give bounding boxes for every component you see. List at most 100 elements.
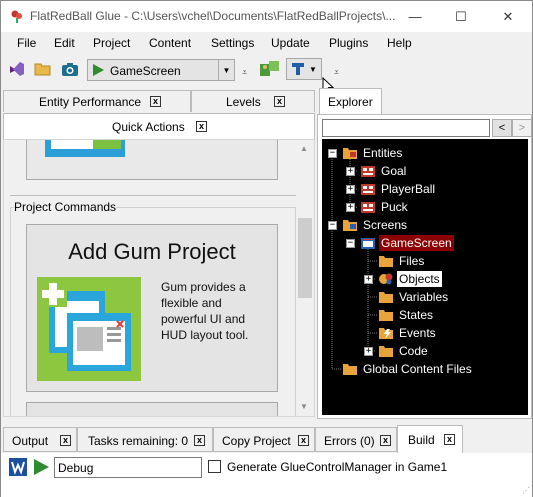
tree-node-label: Entities [363,146,403,160]
nav-forward-button[interactable]: > [512,119,532,137]
nav-back-button[interactable]: < [492,119,512,137]
glue-tree[interactable]: − Entities + Goal + PlayerBall + Puck − [322,139,528,415]
tree-node-files[interactable]: Files [378,252,426,270]
tab-quick-actions[interactable]: Quick Actions x [3,113,315,139]
close-icon[interactable]: x [274,96,285,107]
minimize-button[interactable]: — [392,1,438,32]
build-configuration-input[interactable] [54,457,202,478]
tab-tasks-remaining[interactable]: Tasks remaining: 0 x [77,427,213,452]
menu-settings[interactable]: Settings [211,36,254,50]
folder-icon [379,292,393,303]
close-icon[interactable]: x [380,435,391,446]
close-icon[interactable]: x [60,435,71,446]
tree-node-label: GameScreen [379,235,454,251]
add-gum-project-button[interactable]: Add Gum Project Gum provides a flexible … [26,224,278,392]
tree-node-playerball[interactable]: + PlayerBall [346,180,437,198]
menu-file[interactable]: File [17,36,36,50]
tree-node-variables[interactable]: Variables [378,288,450,306]
screen-selector-value: GameScreen [110,64,181,78]
close-icon[interactable]: x [444,434,455,445]
chevron-down-icon[interactable]: ▼ [218,60,234,80]
generate-gluecontrolmanager-label: Generate GlueControlManager in Game1 [227,460,448,474]
tree-node-states[interactable]: States [378,306,435,324]
play-icon[interactable] [32,458,50,476]
collapse-icon[interactable]: − [328,221,337,230]
entity-add-icon[interactable] [258,59,282,79]
scroll-down-icon[interactable]: ▼ [300,402,308,411]
gum-icon [37,277,141,381]
menu-edit[interactable]: Edit [54,36,75,50]
expand-icon[interactable]: + [364,347,373,356]
tree-node-global-content-files[interactable]: Global Content Files [342,360,474,378]
menu-project[interactable]: Project [93,36,130,50]
title-bar[interactable]: FlatRedBall Glue - C:\Users\vchel\Docume… [1,1,532,32]
toolbar: GameScreen ▼ ⩡ ▼ ⩡ [1,55,532,85]
tab-copy-project[interactable]: Copy Project x [213,427,315,452]
tab-label: Quick Actions [112,120,185,134]
menu-help[interactable]: Help [387,36,412,50]
divider [10,195,296,196]
toolbar-overflow-icon[interactable]: ⩡ [242,67,247,78]
generate-gluecontrolmanager-checkbox[interactable] [208,460,221,473]
expand-icon[interactable]: + [346,167,355,176]
tab-levels[interactable]: Levels x [191,90,315,112]
expand-icon[interactable]: + [364,275,373,284]
play-icon [93,64,104,76]
tree-node-puck[interactable]: + Puck [346,198,410,216]
left-panel-scrollbar[interactable]: ▲ ▼ [296,140,314,416]
resize-grip-icon[interactable]: ⋰ [522,486,530,495]
visual-studio-icon[interactable] [7,59,27,79]
tab-explorer[interactable]: Explorer [319,88,382,115]
tree-node-label: Screens [363,218,408,232]
tools-dropdown[interactable]: ▼ [286,58,322,80]
menu-update[interactable]: Update [271,36,310,50]
chevron-down-icon: ▼ [309,64,317,74]
explorer-search-input[interactable] [322,119,490,137]
menu-plugins[interactable]: Plugins [329,36,368,50]
expand-icon[interactable]: + [346,185,355,194]
screen-selector[interactable]: GameScreen ▼ [87,59,235,81]
tree-node-events[interactable]: Events [378,324,438,342]
tree-node-goal[interactable]: + Goal [346,162,408,180]
tab-build[interactable]: Build x [397,425,463,453]
tree-node-label: Code [399,344,428,358]
close-icon[interactable]: x [194,435,205,446]
tree-node-screens[interactable]: − Screens [328,216,409,234]
folder-icon [379,346,393,357]
tab-output[interactable]: Output x [3,427,77,452]
tab-entity-performance[interactable]: Entity Performance x [3,90,191,112]
collapse-icon[interactable]: − [328,149,337,158]
tree-node-gamescreen[interactable]: − GameScreen [346,234,454,252]
tree-node-label: Events [399,326,436,340]
tab-label: Explorer [328,95,373,109]
tab-label: Entity Performance [39,94,142,109]
menu-bar: File Edit Project Content Settings Updat… [1,32,532,54]
scrollbar-thumb[interactable] [298,218,312,298]
close-icon[interactable]: x [150,96,161,107]
scroll-up-icon[interactable]: ▲ [300,144,308,153]
entity-icon [361,184,375,195]
tab-errors[interactable]: Errors (0) x [315,427,397,452]
close-icon[interactable]: x [298,435,309,446]
bottom-tab-strip: Output x Tasks remaining: 0 x Copy Proje… [1,425,532,453]
events-icon [379,328,393,339]
close-button[interactable]: ✕ [485,1,531,32]
toolbar-overflow-icon[interactable]: ⩡ [334,67,339,78]
maximize-button[interactable]: ☐ [438,1,484,32]
tab-label: Errors (0) [324,434,375,448]
tree-node-label: Objects [397,271,442,287]
previous-action-card[interactable] [26,140,278,180]
msbuild-icon[interactable] [9,458,27,476]
open-folder-icon[interactable] [33,59,53,79]
menu-content[interactable]: Content [149,36,191,50]
close-icon[interactable]: x [196,121,207,132]
camera-icon[interactable] [60,59,80,79]
expand-icon[interactable]: + [346,203,355,212]
build-panel: Generate GlueControlManager in Game1 ⋰ [1,453,532,497]
card-icon [45,140,125,157]
collapse-icon[interactable]: − [346,239,355,248]
tree-node-code[interactable]: + Code [364,342,430,360]
tree-node-objects[interactable]: + Objects [364,270,442,288]
tree-node-entities[interactable]: − Entities [328,144,404,162]
next-action-card[interactable] [26,402,278,416]
